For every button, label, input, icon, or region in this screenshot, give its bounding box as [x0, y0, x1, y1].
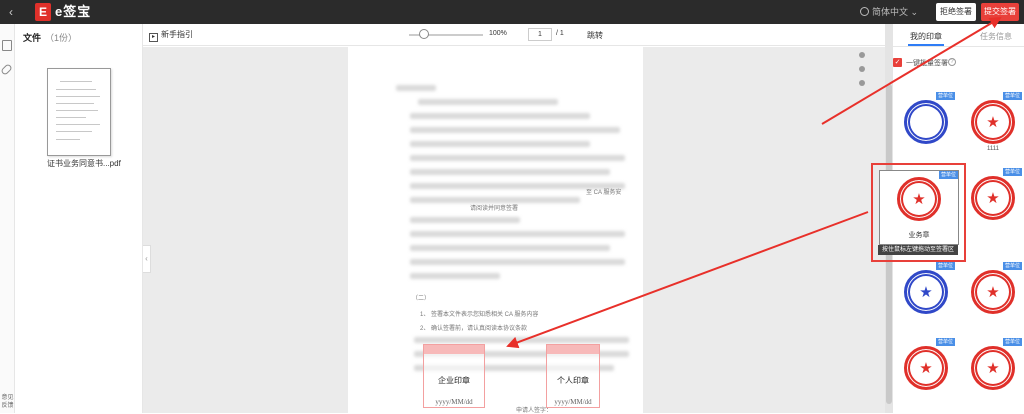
personal-seal-header: [547, 345, 599, 354]
personal-seal-date: yyyy/MM/dd: [554, 398, 592, 406]
seal-tag: 营单位: [1002, 168, 1022, 176]
feedback-link[interactable]: 意见反馈: [0, 394, 15, 410]
file-thumbnail[interactable]: [47, 68, 111, 156]
seal-card[interactable]: 营单位: [897, 92, 955, 156]
drag-hint-tooltip: 按住鼠标左键拖动至签署区: [878, 245, 958, 255]
star-icon: ★: [912, 191, 926, 208]
seal-tag: 营单位: [935, 92, 955, 100]
seal-tag: 营单位: [935, 262, 955, 270]
doc-item-1: 1、 签署本文件表示您知悉相关 CA 服务内容: [420, 312, 539, 318]
seal-card[interactable]: 营单位 ★: [897, 338, 955, 402]
canvas-tool-dot[interactable]: [859, 52, 865, 58]
zoom-slider-handle[interactable]: [419, 29, 429, 39]
tab-divider: [893, 46, 1024, 47]
star-icon: ★: [919, 284, 933, 301]
personal-seal-area[interactable]: 个人印章 yyyy/MM/dd: [546, 344, 600, 408]
enterprise-seal-label: 企业印章: [438, 376, 470, 385]
seal-card[interactable]: 营单位 ★ 1111: [964, 92, 1022, 156]
seal-ring-icon: ★: [904, 270, 948, 314]
star-icon: ★: [986, 284, 1000, 301]
star-icon: ★: [919, 360, 933, 377]
batch-sign-checkbox[interactable]: ✓: [893, 58, 902, 67]
ca-note-2: 请阅读并同意签署: [470, 206, 519, 212]
seal-card[interactable]: 营单位 ★: [964, 262, 1022, 326]
seal-card[interactable]: 营单位 ★: [964, 338, 1022, 402]
jump-button[interactable]: 跳转: [587, 30, 603, 41]
tab-task-info[interactable]: 任务信息: [980, 31, 1012, 42]
top-bar: ‹ E e签宝 简体中文 ⌄ 拒绝签署 提交签署: [0, 0, 1024, 24]
file-name[interactable]: 证书业务同意书...pdf: [47, 158, 133, 169]
seal-ring-icon: ★: [897, 177, 941, 221]
personal-seal-label: 个人印章: [557, 376, 589, 385]
canvas-tool-dot[interactable]: [859, 80, 865, 86]
reject-sign-button[interactable]: 拒绝签署: [936, 3, 976, 21]
language-selector[interactable]: 简体中文 ⌄: [860, 5, 918, 19]
page-number-input[interactable]: 1: [528, 28, 552, 41]
seal-tag: 营单位: [1002, 262, 1022, 270]
tab-my-seals[interactable]: 我的印章: [910, 31, 942, 42]
enterprise-seal-date: yyyy/MM/dd: [435, 398, 473, 406]
star-icon: ★: [986, 190, 1000, 207]
seal-ring-icon: ★: [971, 346, 1015, 390]
logo-text: e签宝: [55, 4, 92, 19]
enterprise-seal-header: [424, 345, 484, 354]
seal-ring-icon: ★: [971, 270, 1015, 314]
enterprise-seal-area[interactable]: 企业印章 yyyy/MM/dd: [423, 344, 485, 408]
seal-tag: 营单位: [1002, 338, 1022, 346]
seal-tag: 营单位: [938, 171, 958, 179]
page-total: / 1: [556, 30, 564, 37]
seal-card[interactable]: 营单位 ★: [964, 168, 1022, 232]
section-mark: （二）: [412, 296, 431, 302]
zoom-value: 100%: [489, 30, 507, 37]
back-button[interactable]: ‹: [4, 4, 18, 20]
seal-tag: 营单位: [1002, 92, 1022, 100]
seal-ring-icon: ★: [904, 346, 948, 390]
seal-ring-icon: ★: [971, 176, 1015, 220]
seal-ring-icon: [904, 100, 948, 144]
doc-item-2: 2、 确认签署前，请认真阅读本协议条款: [420, 326, 528, 332]
guide-button[interactable]: ▸ 新手指引: [149, 29, 193, 42]
left-rail: 意见反馈: [0, 24, 15, 413]
document-icon[interactable]: [2, 40, 12, 51]
files-title: 文件: [23, 33, 42, 43]
language-label: 简体中文: [872, 7, 909, 17]
globe-icon: [860, 7, 869, 16]
star-icon: ★: [986, 114, 1000, 131]
submit-sign-button[interactable]: 提交签署: [981, 3, 1019, 21]
seal-ring-icon: ★: [971, 100, 1015, 144]
seal-name: 1111: [986, 146, 999, 152]
file-panel: 文件 （1份） 证书业务同意书...pdf: [15, 24, 143, 413]
canvas-tool-dot[interactable]: [859, 66, 865, 72]
seal-tag: 营单位: [935, 338, 955, 346]
star-icon: ★: [986, 360, 1000, 377]
seal-card[interactable]: 营单位 ★: [897, 262, 955, 326]
viewer-toolbar: ▸ 新手指引 100% 1 / 1 跳转: [143, 24, 885, 46]
collapse-panel-handle[interactable]: ‹: [143, 245, 151, 273]
guide-icon: ▸: [149, 33, 158, 42]
seal-name: 业务章: [908, 232, 930, 239]
guide-label: 新手指引: [161, 30, 193, 39]
batch-sign-label: 一键批量签署: [906, 60, 948, 67]
files-heading: 文件 （1份）: [23, 31, 77, 44]
files-count: （1份）: [45, 33, 78, 43]
help-icon[interactable]: ?: [948, 58, 956, 66]
ca-note-1: 至 CA 服务安: [586, 190, 622, 196]
attachment-icon[interactable]: [0, 63, 13, 76]
logo-mark: E: [35, 3, 51, 21]
